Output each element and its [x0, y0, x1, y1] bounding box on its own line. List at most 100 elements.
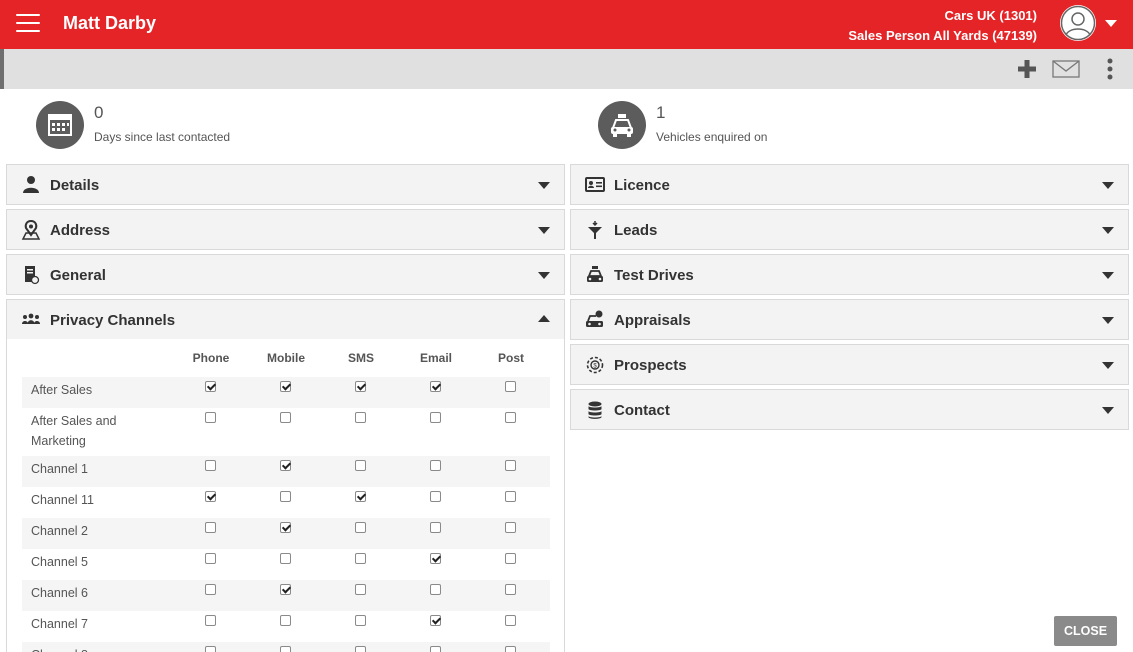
checkbox-post[interactable] — [505, 412, 516, 423]
panel-general[interactable]: General — [6, 254, 565, 295]
row-label: Channel 1 — [31, 462, 88, 476]
checkbox-sms[interactable] — [355, 615, 366, 626]
panel-test-drives[interactable]: Test Drives — [570, 254, 1129, 295]
funnel-icon — [588, 221, 602, 239]
avatar[interactable] — [1060, 5, 1096, 41]
chevron-up-icon — [538, 315, 550, 322]
checkbox-mobile[interactable] — [280, 491, 291, 502]
checkbox-email[interactable] — [430, 553, 441, 564]
panel-address[interactable]: Address — [6, 209, 565, 250]
row-label: Channel 8 — [31, 645, 151, 652]
checkbox-phone[interactable] — [205, 381, 216, 392]
checkbox-email[interactable] — [430, 412, 441, 423]
panel-label: Contact — [614, 402, 670, 419]
checkbox-post[interactable] — [505, 491, 516, 502]
table-row: After Sales and Marketing — [22, 408, 550, 456]
stat-value: 0 — [94, 103, 104, 122]
checkbox-email[interactable] — [430, 491, 441, 502]
panel-licence[interactable]: Licence — [570, 164, 1129, 205]
chevron-down-icon — [1102, 317, 1114, 324]
stat-label: Days since last contacted — [94, 130, 231, 144]
row-label: Channel 2 — [31, 524, 88, 538]
column-header: SMS — [347, 351, 374, 365]
checkbox-mobile[interactable] — [280, 522, 291, 533]
checkbox-post[interactable] — [505, 553, 516, 564]
table-row: Channel 7 — [22, 611, 550, 642]
page-title: Matt Darby — [63, 13, 157, 33]
checkbox-sms[interactable] — [355, 460, 366, 471]
checkbox-email[interactable] — [430, 460, 441, 471]
panel-appraisals[interactable]: Appraisals — [570, 299, 1129, 340]
chevron-down-icon — [1102, 362, 1114, 369]
checkbox-mobile[interactable] — [280, 412, 291, 423]
checkbox-sms[interactable] — [355, 553, 366, 564]
chevron-down-icon — [1102, 227, 1114, 234]
checkbox-mobile[interactable] — [280, 584, 291, 595]
table-row: After Sales — [22, 377, 550, 408]
checkbox-post[interactable] — [505, 522, 516, 533]
row-label: After Sales and Marketing — [31, 414, 117, 448]
checkbox-sms[interactable] — [355, 522, 366, 533]
panel-leads[interactable]: Leads — [570, 209, 1129, 250]
close-button[interactable]: CLOSE — [1054, 616, 1117, 646]
chevron-down-icon — [538, 182, 550, 189]
checkbox-sms[interactable] — [355, 584, 366, 595]
panel-label: Appraisals — [614, 312, 691, 329]
checkbox-email[interactable] — [430, 381, 441, 392]
checkbox-phone[interactable] — [205, 460, 216, 471]
checkbox-phone[interactable] — [205, 584, 216, 595]
checkbox-sms[interactable] — [355, 646, 366, 652]
database-icon — [588, 401, 602, 419]
top-bar: Matt Darby Cars UK (1301) Sales Person A… — [0, 0, 1133, 49]
account-info: Cars UK (1301) Sales Person All Yards (4… — [848, 6, 1037, 46]
checkbox-sms[interactable] — [355, 381, 366, 392]
panel-label: Leads — [614, 222, 658, 239]
checkbox-post[interactable] — [505, 584, 516, 595]
checkbox-email[interactable] — [430, 584, 441, 595]
checkbox-mobile[interactable] — [280, 615, 291, 626]
checkbox-mobile[interactable] — [280, 553, 291, 564]
envelope-icon[interactable] — [1052, 60, 1080, 78]
checkbox-post[interactable] — [505, 615, 516, 626]
row-label: After Sales — [31, 383, 93, 397]
checkbox-email[interactable] — [430, 615, 441, 626]
chevron-down-icon — [1102, 407, 1114, 414]
table-row: Channel 6 — [22, 580, 550, 611]
checkbox-email[interactable] — [430, 522, 441, 533]
checkbox-phone[interactable] — [205, 491, 216, 502]
more-vert-icon[interactable] — [1106, 57, 1114, 81]
panel-prospects[interactable]: $ Prospects — [570, 344, 1129, 385]
chevron-down-icon — [1102, 182, 1114, 189]
checkbox-phone[interactable] — [205, 412, 216, 423]
checkbox-phone[interactable] — [205, 522, 216, 533]
account-dropdown-icon[interactable] — [1105, 20, 1117, 27]
checkbox-phone[interactable] — [205, 553, 216, 564]
panel-details[interactable]: Details — [6, 164, 565, 205]
hamburger-menu-icon[interactable] — [16, 14, 40, 34]
checkbox-phone[interactable] — [205, 646, 216, 652]
document-icon — [25, 266, 40, 285]
panel-privacy-channels[interactable]: Privacy Channels — [6, 299, 565, 340]
user-icon — [1060, 5, 1096, 41]
checkbox-phone[interactable] — [205, 615, 216, 626]
chevron-down-icon — [538, 227, 550, 234]
checkbox-post[interactable] — [505, 381, 516, 392]
plus-icon[interactable] — [1017, 59, 1037, 79]
checkbox-post[interactable] — [505, 460, 516, 471]
car-valuation-icon — [586, 310, 603, 327]
checkbox-post[interactable] — [505, 646, 516, 652]
person-icon — [23, 176, 39, 193]
checkbox-mobile[interactable] — [280, 460, 291, 471]
user-role: Sales Person All Yards (47139) — [848, 28, 1037, 43]
checkbox-mobile[interactable] — [280, 381, 291, 392]
checkbox-email[interactable] — [430, 646, 441, 652]
table-row: Channel 11 — [22, 487, 550, 518]
checkbox-sms[interactable] — [355, 491, 366, 502]
chevron-down-icon — [538, 272, 550, 279]
column-header: Mobile — [267, 351, 305, 365]
panel-contact[interactable]: Contact — [570, 389, 1129, 430]
checkbox-mobile[interactable] — [280, 646, 291, 652]
panel-label: Licence — [614, 177, 670, 194]
checkbox-sms[interactable] — [355, 412, 366, 423]
id-card-icon — [585, 177, 605, 192]
